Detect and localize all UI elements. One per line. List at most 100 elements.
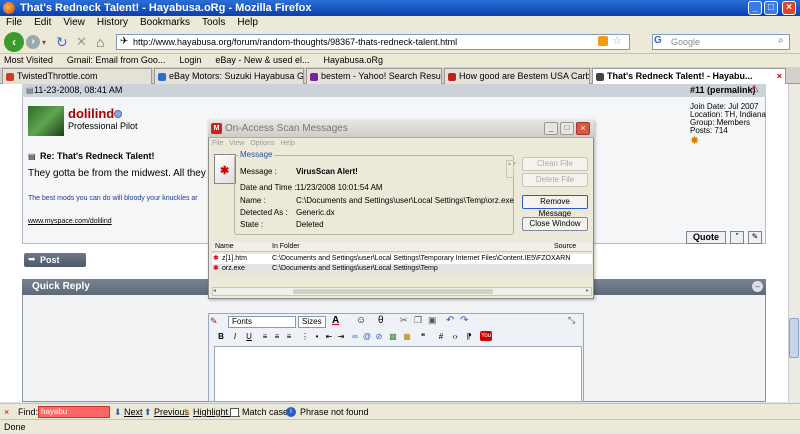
menu-bookmarks[interactable]: Bookmarks	[134, 16, 196, 30]
switch-editor-icon[interactable]: ⤡	[568, 315, 575, 326]
text-color-icon[interactable]: A	[332, 315, 339, 326]
list-item[interactable]: ✱ orz.exe C:\Documents and Settings\user…	[212, 264, 592, 274]
outdent-icon[interactable]: ⇤	[324, 332, 334, 342]
find-next-button[interactable]: Next	[124, 404, 143, 420]
bookmark-most-visited[interactable]: Most Visited	[0, 54, 53, 67]
ordered-list-icon[interactable]: ⋮	[300, 332, 310, 342]
copy-icon[interactable]: ❐	[414, 315, 422, 326]
tab-redneck-talent[interactable]: That's Redneck Talent! - Hayabu... ×	[592, 68, 786, 85]
bookmark-hayabusa[interactable]: Hayabusa.oRg	[319, 54, 383, 67]
column-source[interactable]: Source	[554, 242, 576, 252]
menu-view[interactable]: View	[57, 16, 91, 30]
multi-quote-icon[interactable]: "	[730, 231, 744, 244]
menu-tools[interactable]: Tools	[196, 16, 231, 30]
search-input[interactable]: Google	[652, 34, 790, 50]
close-window-button[interactable]: Close Window	[522, 217, 588, 231]
column-name[interactable]: Name	[215, 242, 234, 252]
remove-message-button[interactable]: Remove Message	[522, 195, 588, 218]
smilies-icon[interactable]: ☺	[356, 315, 366, 326]
scroll-left-icon[interactable]: ◂	[213, 287, 216, 294]
scrollbar-thumb[interactable]	[789, 318, 799, 358]
dialog-menu-help[interactable]: Help	[280, 140, 294, 147]
home-icon[interactable]: ⌂	[96, 34, 104, 50]
php-icon[interactable]: ⁋	[464, 332, 474, 342]
align-center-icon[interactable]: ≡	[272, 332, 282, 342]
avatar[interactable]	[28, 106, 64, 136]
bookmark-gmail[interactable]: Gmail: Email from Goo...	[63, 54, 166, 67]
menu-file[interactable]: File	[0, 16, 28, 30]
undo-icon[interactable]: ↶	[446, 315, 454, 326]
email-link-icon[interactable]: @	[362, 332, 372, 342]
forward-button[interactable]: ›	[26, 35, 40, 49]
history-dropdown-icon[interactable]: ▾	[42, 38, 46, 47]
paste-icon[interactable]: ▣	[428, 315, 437, 326]
list-horizontal-scrollbar[interactable]: ◂ ▸	[212, 287, 592, 296]
message-textarea[interactable]	[214, 346, 582, 402]
size-select[interactable]: Sizes	[298, 316, 326, 328]
permalink[interactable]: #11 (permalink)	[690, 85, 756, 95]
report-icon[interactable]: ⚠	[750, 84, 759, 95]
clean-file-button[interactable]: Clean File	[522, 157, 588, 171]
dialog-menu-view[interactable]: View	[229, 140, 244, 147]
maximize-button[interactable]: □	[764, 1, 778, 15]
underline-icon[interactable]: U	[244, 332, 254, 342]
html-icon[interactable]: ‹›	[450, 332, 460, 342]
quote-button[interactable]: Quote	[686, 231, 726, 244]
stop-icon[interactable]: ✕	[76, 34, 87, 50]
tab-yahoo[interactable]: bestem - Yahoo! Search Results	[306, 68, 442, 84]
back-button[interactable]: ‹	[4, 32, 24, 52]
dialog-menu-file[interactable]: File	[212, 140, 223, 147]
bold-icon[interactable]: B	[216, 332, 226, 342]
image-icon[interactable]: ▩	[388, 332, 398, 342]
close-button[interactable]: ×	[782, 1, 796, 15]
find-input[interactable]: hayabu	[38, 406, 110, 418]
indent-icon[interactable]: ⇥	[336, 332, 346, 342]
italic-icon[interactable]: I	[230, 332, 240, 342]
font-select[interactable]: Fonts	[228, 316, 296, 328]
dialog-minimize-button[interactable]: _	[544, 122, 558, 135]
column-folder[interactable]: In Folder	[272, 242, 300, 252]
search-icon[interactable]: ⌕	[778, 35, 784, 46]
wrap-code-icon[interactable]: #	[436, 332, 446, 342]
match-case-label[interactable]: Match case	[242, 404, 288, 420]
minimize-button[interactable]: _	[748, 1, 762, 15]
unlink-icon[interactable]: ⊘	[374, 332, 384, 342]
rss-icon[interactable]	[598, 36, 608, 46]
scroll-right-icon[interactable]: ▸	[586, 287, 589, 294]
list-scroll-thumb[interactable]	[293, 289, 493, 294]
reload-icon[interactable]: ↻	[56, 34, 68, 51]
tab-ebay[interactable]: eBay Motors: Suzuki Hayabusa GSXR13...	[154, 68, 304, 84]
quote-icon[interactable]: ❝	[418, 332, 428, 342]
bookmark-ebay[interactable]: eBay - New & used el...	[211, 54, 309, 67]
username[interactable]: dolilind	[68, 106, 114, 121]
list-item[interactable]: ✱ z[1].htm C:\Documents and Settings\use…	[212, 254, 592, 264]
bookmark-login[interactable]: Login	[175, 54, 201, 67]
cut-icon[interactable]: ✂	[400, 315, 408, 326]
dialog-close-button[interactable]: ×	[576, 122, 590, 135]
match-case-checkbox[interactable]	[230, 408, 239, 417]
video-icon[interactable]: ▦	[402, 332, 412, 342]
find-close-icon[interactable]: ×	[4, 404, 9, 420]
tab-close-icon[interactable]: ×	[777, 69, 782, 84]
dialog-maximize-button[interactable]: □	[560, 122, 574, 135]
google-icon[interactable]: G	[654, 35, 662, 46]
collapse-icon[interactable]: –	[752, 281, 763, 292]
link-icon[interactable]: ∞	[350, 332, 360, 342]
quick-reply-icon[interactable]: ✎	[748, 231, 762, 244]
menu-edit[interactable]: Edit	[28, 16, 57, 30]
delete-file-button[interactable]: Delete File	[522, 173, 588, 187]
tab-twistedthrottle[interactable]: TwistedThrottle.com	[2, 68, 152, 84]
dialog-menu-options[interactable]: Options	[250, 140, 274, 147]
align-left-icon[interactable]: ≡	[260, 332, 270, 342]
tab-bestem[interactable]: How good are Bestem USA Carbon Fibe...	[444, 68, 590, 84]
align-right-icon[interactable]: ≡	[284, 332, 294, 342]
address-bar[interactable]: http://www.hayabusa.org/forum/random-tho…	[116, 34, 630, 50]
bookmark-star-icon[interactable]: ☆	[612, 34, 622, 47]
youtube-icon[interactable]: You	[480, 331, 492, 341]
attach-icon[interactable]: θ	[378, 315, 384, 326]
unordered-list-icon[interactable]: •	[312, 332, 322, 342]
menu-history[interactable]: History	[91, 16, 134, 30]
menu-help[interactable]: Help	[231, 16, 264, 30]
signature-link[interactable]: www.myspace.com/dolilind	[28, 218, 112, 225]
message-scroll-arrows[interactable]: ▲▼	[506, 160, 517, 178]
